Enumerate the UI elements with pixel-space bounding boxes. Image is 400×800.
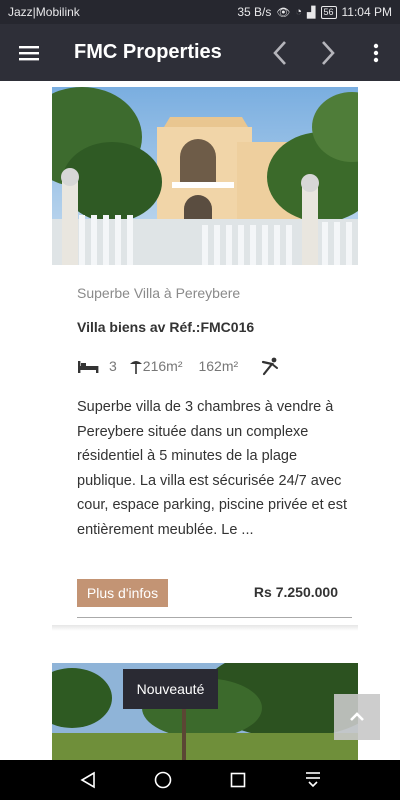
- swimmer-icon: [262, 357, 279, 376]
- wifi-icon: ◔: [295, 6, 303, 18]
- carrier-label: Jazz|Mobilink: [8, 5, 80, 19]
- land-area-value: 216m²: [142, 358, 183, 374]
- next-button[interactable]: [304, 24, 352, 81]
- app-bar: FMC Properties: [0, 24, 400, 81]
- app-title: FMC Properties: [74, 41, 222, 63]
- notification-pulldown-button[interactable]: [293, 760, 333, 800]
- new-badge: Nouveauté: [123, 669, 218, 709]
- pulldown-icon: [305, 772, 320, 788]
- property-reference: Villa biens av Réf.:FMC016: [77, 319, 255, 335]
- menu-icon: [19, 45, 39, 60]
- parasol-icon: [129, 361, 142, 374]
- built-area-feature: 162m²: [198, 358, 238, 374]
- menu-button[interactable]: [0, 24, 58, 81]
- status-bar: Jazz|Mobilink 35 B/s 👁 ◔ ▟ 56 11:04 PM: [0, 0, 400, 24]
- chevron-right-icon: [322, 40, 335, 65]
- home-circle-icon: [154, 771, 171, 789]
- card-shadow: [52, 625, 358, 631]
- more-vert-icon: [373, 43, 379, 62]
- overflow-menu-button[interactable]: [352, 24, 400, 81]
- property-location: Superbe Villa à Pereybere: [77, 285, 241, 301]
- eye-icon: 👁: [276, 6, 291, 19]
- property-price: Rs 7.250.000: [253, 584, 338, 600]
- previous-button[interactable]: [256, 24, 304, 81]
- property-description: Superbe villa de 3 chambres à vendre à P…: [77, 399, 348, 538]
- pool-feature: [260, 356, 280, 376]
- clock: 11:04 PM: [341, 5, 392, 19]
- home-button[interactable]: [143, 760, 183, 800]
- recents-square-icon: [230, 772, 245, 788]
- network-speed: 35 B/s: [237, 5, 272, 19]
- chevron-left-icon: [273, 40, 286, 65]
- land-area-feature: 216m²: [129, 358, 183, 374]
- signal-icon: ▟: [307, 6, 316, 19]
- card-divider: [77, 617, 352, 618]
- built-area-value: 162m²: [198, 358, 239, 374]
- recents-button[interactable]: [218, 760, 258, 800]
- more-info-button[interactable]: Plus d'infos: [77, 579, 168, 607]
- system-navigation-bar: [0, 760, 400, 800]
- bedrooms-feature: 3: [77, 358, 117, 374]
- chevron-up-icon: [350, 712, 364, 721]
- back-button[interactable]: [68, 760, 108, 800]
- bed-icon: [78, 361, 99, 373]
- scroll-to-top-button[interactable]: [334, 694, 380, 740]
- listing-scroll-area[interactable]: Superbe Villa à Pereybere Villa biens av…: [0, 81, 400, 760]
- back-triangle-icon: [79, 771, 95, 789]
- bedrooms-count: 3: [109, 358, 117, 374]
- battery-icon: 56: [320, 5, 337, 19]
- property-photo[interactable]: [52, 87, 358, 265]
- property-features: 3 216m² 162m²: [77, 355, 280, 377]
